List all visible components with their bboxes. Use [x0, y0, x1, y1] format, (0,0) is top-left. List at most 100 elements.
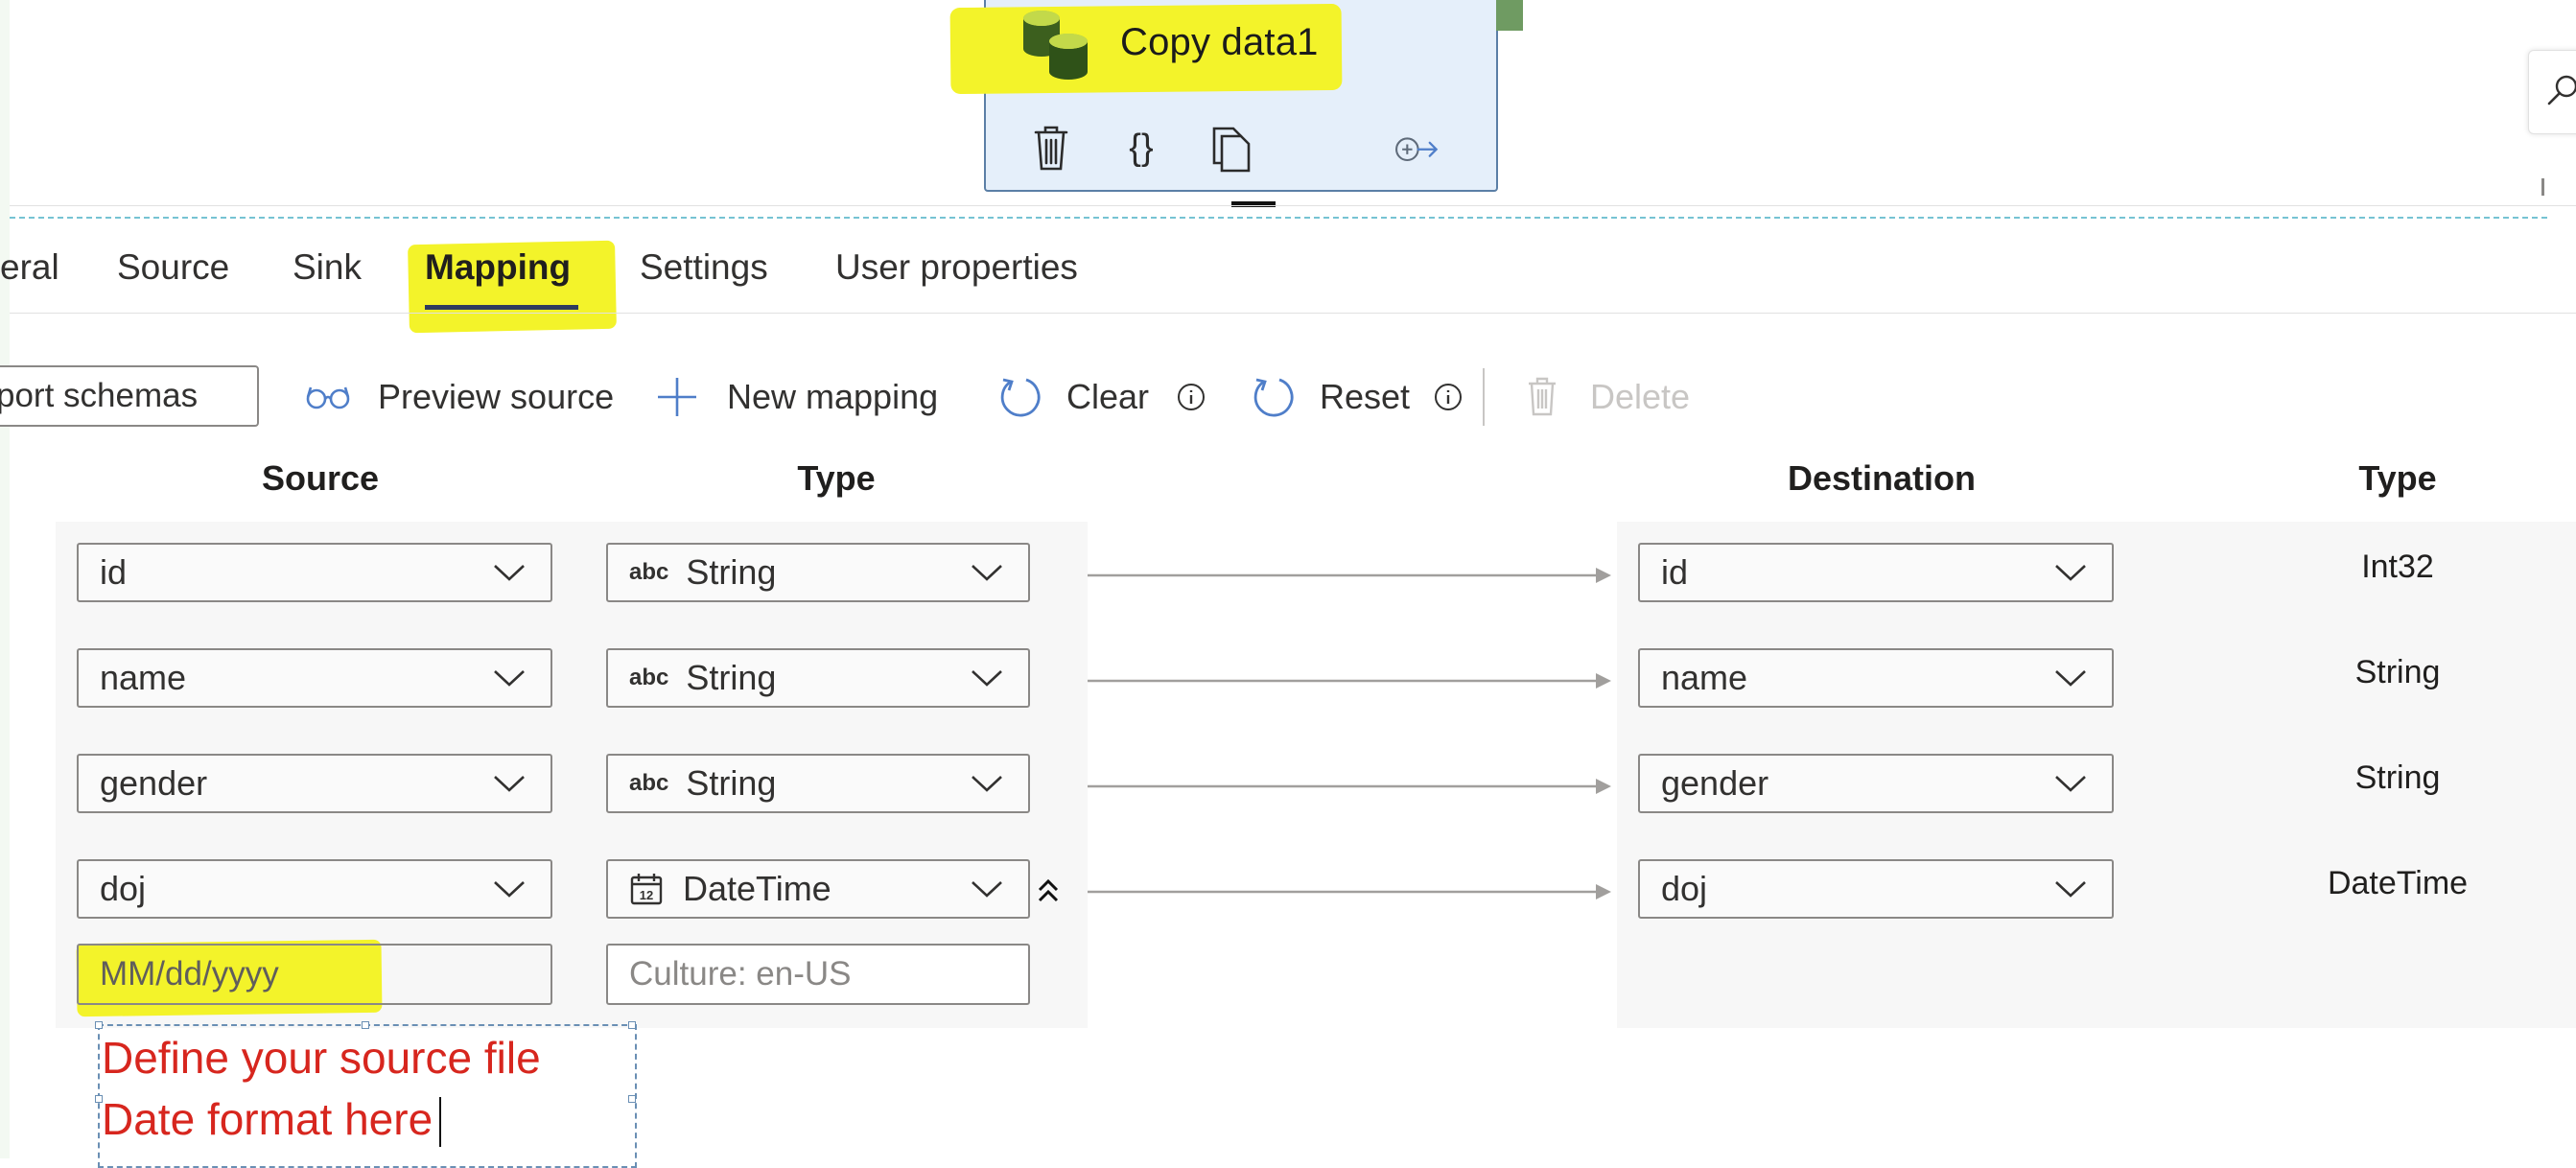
clear-info-icon[interactable] — [1176, 382, 1206, 412]
trash-icon — [1525, 376, 1559, 418]
chevron-down-icon — [491, 878, 550, 899]
dest-type-column-header: Type — [2358, 458, 2437, 498]
annotation-line-1: Define your source file — [102, 1033, 541, 1083]
destination-column-dropdown[interactable]: gender — [1638, 754, 2114, 813]
dropdown-value: gender — [1661, 763, 1769, 803]
search-icon[interactable] — [2543, 71, 2576, 109]
chevron-down-icon — [491, 667, 550, 689]
tab-settings[interactable]: Settings — [640, 247, 768, 288]
chevron-down-icon — [491, 562, 550, 583]
dropdown-value: name — [1661, 658, 1748, 697]
tabs-divider — [10, 313, 2576, 314]
side-marker — [2541, 178, 2544, 196]
chevron-down-icon — [969, 773, 1028, 794]
string-type-icon: abc — [629, 665, 669, 690]
tab-mapping[interactable]: Mapping — [425, 247, 571, 288]
tab-general[interactable]: eral — [0, 247, 59, 288]
source-column-dropdown[interactable]: name — [77, 648, 552, 708]
delete-button[interactable]: Delete — [1525, 376, 1690, 418]
chevron-down-icon — [2052, 667, 2112, 689]
copy-icon[interactable] — [1206, 121, 1256, 175]
left-edge-strip — [0, 0, 10, 1158]
dropdown-value: String — [686, 552, 777, 592]
source-type-dropdown[interactable]: abc String — [606, 648, 1030, 708]
reset-button[interactable]: Reset — [1251, 376, 1410, 418]
reset-icon — [1251, 374, 1297, 420]
selection-dashed-border — [10, 217, 2547, 219]
destination-column-header: Destination — [1787, 458, 1976, 498]
dropdown-value: String — [686, 658, 777, 697]
resize-handle[interactable] — [628, 1095, 636, 1103]
destination-type-label: String — [2354, 654, 2441, 690]
chevron-down-icon — [2052, 562, 2112, 583]
activity-title[interactable]: Copy data1 — [1120, 21, 1319, 64]
import-schemas-label: port schemas — [0, 377, 199, 414]
culture-input[interactable] — [606, 944, 1030, 1005]
mapping-arrow — [1088, 779, 1611, 794]
chevron-down-icon — [969, 667, 1028, 689]
source-column-dropdown[interactable]: id — [77, 543, 552, 602]
source-type-dropdown[interactable]: abc String — [606, 754, 1030, 813]
activity-output-handle[interactable] — [1496, 0, 1523, 31]
chevron-down-icon — [491, 773, 550, 794]
mapping-arrow — [1088, 673, 1611, 689]
resize-handle[interactable] — [362, 1021, 369, 1029]
resize-handle[interactable] — [628, 1021, 636, 1029]
mapping-arrow — [1088, 568, 1611, 583]
mapping-arrow — [1088, 884, 1611, 899]
chevron-down-icon — [969, 562, 1028, 583]
source-column-header: Source — [261, 458, 380, 498]
source-column-dropdown[interactable]: doj — [77, 859, 552, 919]
database-icon — [1020, 8, 1093, 84]
tab-source[interactable]: Source — [117, 247, 229, 288]
chevron-down-icon — [2052, 878, 2112, 899]
add-output-icon[interactable] — [1391, 121, 1448, 175]
dropdown-value: id — [100, 552, 128, 592]
destination-column-dropdown[interactable]: id — [1638, 543, 2114, 602]
glasses-icon — [305, 384, 351, 410]
delete-icon[interactable] — [1026, 121, 1076, 175]
chevron-down-icon — [2052, 773, 2112, 794]
dropdown-value: id — [1661, 552, 1689, 592]
source-type-dropdown[interactable]: abc String — [606, 543, 1030, 602]
source-column-dropdown[interactable]: gender — [77, 754, 552, 813]
dropdown-value: gender — [100, 763, 208, 803]
toolbar-separator — [1483, 368, 1485, 426]
tab-sink[interactable]: Sink — [293, 247, 362, 288]
type-column-header: Type — [797, 458, 876, 498]
source-type-dropdown[interactable]: 12 DateTime — [606, 859, 1030, 919]
string-type-icon: abc — [629, 559, 669, 585]
chevron-down-icon — [969, 878, 1028, 899]
destination-column-dropdown[interactable]: name — [1638, 648, 2114, 708]
destination-type-label: DateTime — [2327, 865, 2469, 901]
reset-info-icon[interactable] — [1433, 382, 1464, 412]
destination-type-label: Int32 — [2361, 549, 2434, 585]
tab-user-properties[interactable]: User properties — [835, 247, 1078, 288]
resize-handle[interactable] — [95, 1021, 103, 1029]
string-type-icon: abc — [629, 770, 669, 796]
refresh-icon — [997, 374, 1043, 420]
annotation-line-2: Date format here — [102, 1094, 433, 1144]
panel-resize-grip[interactable] — [1231, 201, 1276, 207]
preview-source-button[interactable]: Preview source — [305, 376, 614, 418]
new-mapping-button[interactable]: New mapping — [656, 376, 938, 418]
tab-active-indicator — [425, 305, 578, 310]
reset-label: Reset — [1320, 377, 1411, 416]
collapse-format-icon[interactable] — [1032, 873, 1065, 909]
dropdown-value: DateTime — [683, 869, 831, 908]
svg-text:12: 12 — [640, 888, 653, 902]
dropdown-value: String — [686, 763, 777, 803]
clear-button[interactable]: Clear — [997, 376, 1149, 418]
clear-label: Clear — [1066, 377, 1150, 416]
code-icon[interactable]: {} — [1116, 121, 1166, 175]
add-icon — [656, 376, 698, 418]
import-schemas-button[interactable]: port schemas — [0, 365, 259, 427]
date-format-input[interactable] — [77, 944, 552, 1005]
panel-divider — [10, 205, 2576, 206]
preview-source-label: Preview source — [378, 377, 615, 416]
text-caret — [439, 1097, 441, 1147]
destination-column-dropdown[interactable]: doj — [1638, 859, 2114, 919]
dropdown-value: name — [100, 658, 187, 697]
delete-label: Delete — [1590, 377, 1691, 416]
dropdown-value: doj — [1661, 869, 1708, 908]
